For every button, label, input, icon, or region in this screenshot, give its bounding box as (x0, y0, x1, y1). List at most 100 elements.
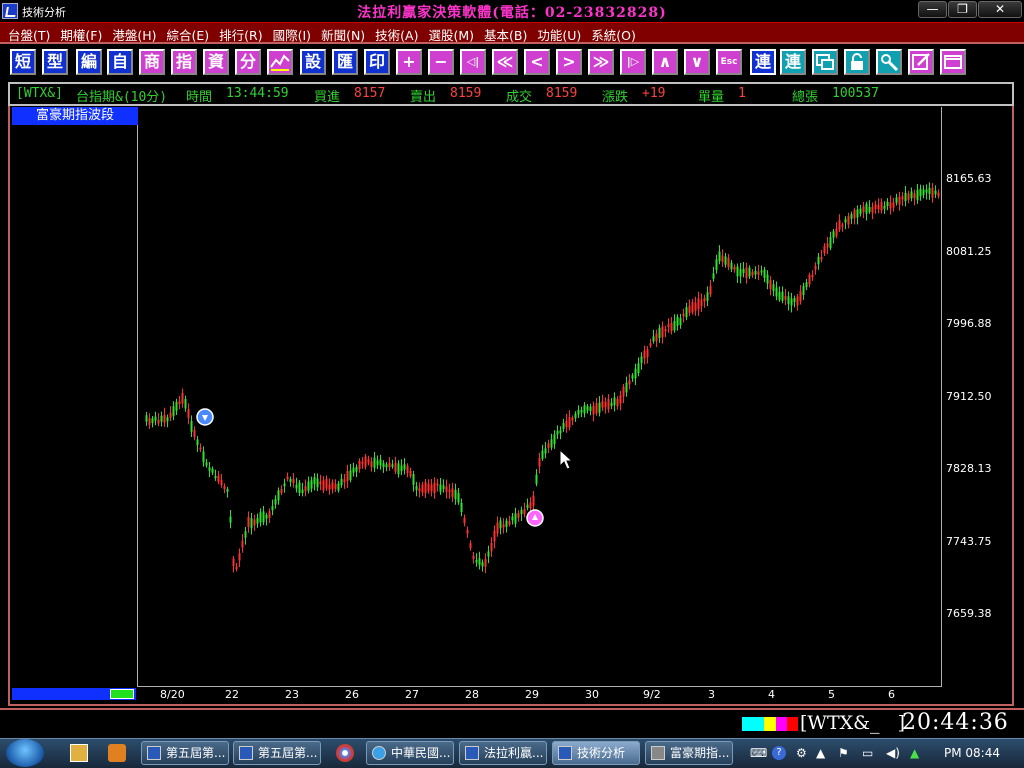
candle-body (310, 480, 313, 489)
explorer-icon[interactable] (70, 744, 88, 762)
network-icon[interactable]: ▭ (862, 746, 873, 760)
settings-button[interactable]: 設 (300, 49, 326, 75)
candle-body (499, 520, 502, 529)
menu-taiwan[interactable]: 台盤(T) (8, 23, 50, 44)
export-button[interactable]: 匯 (332, 49, 358, 75)
candle-body (229, 516, 232, 523)
minimize-button[interactable]: — (918, 1, 947, 18)
candle-body (826, 243, 829, 248)
menu-ranking[interactable]: 排行(R) (219, 23, 262, 44)
menu-system[interactable]: 系統(O) (591, 23, 636, 44)
scroll-down-button[interactable]: ∨ (684, 49, 710, 75)
short-button[interactable]: 短 (10, 49, 36, 75)
menu-technical[interactable]: 技術(A) (375, 23, 418, 44)
symbol-input[interactable]: [WTX&_ ] (800, 712, 905, 734)
taskbar-item-word-2[interactable]: 第五屆第... (233, 741, 321, 765)
candle-body (343, 479, 346, 483)
split-button[interactable]: 分 (235, 49, 261, 75)
pattern-button[interactable]: 型 (42, 49, 68, 75)
candle-body (370, 461, 373, 468)
candle-body (175, 401, 178, 411)
lock-icon[interactable] (844, 49, 870, 75)
candle-body (760, 270, 763, 273)
commodity-button[interactable]: 商 (139, 49, 165, 75)
connect-button-2[interactable]: 連 (780, 49, 806, 75)
candle-body (751, 271, 754, 276)
taskbar-item-ferrari[interactable]: 法拉利贏... (459, 741, 547, 765)
candle-body (811, 274, 814, 278)
menu-international[interactable]: 國際(I) (273, 23, 311, 44)
connect-button-1[interactable]: 連 (750, 49, 776, 75)
candle-body (307, 481, 310, 491)
start-button[interactable] (6, 739, 44, 767)
flag-icon[interactable]: ⚑ (838, 746, 849, 760)
candle-body (805, 282, 808, 288)
help-icon[interactable]: ? (772, 746, 786, 760)
candle-body (187, 409, 190, 418)
candle-body (325, 478, 328, 489)
price-label-2: 8081.25 (946, 245, 992, 258)
edit-button[interactable]: 編 (76, 49, 102, 75)
price-label-4: 7912.50 (946, 390, 992, 403)
back-button[interactable]: < (524, 49, 550, 75)
taskbar-item-ie[interactable]: 中華民國... (366, 741, 454, 765)
scroll-up-button[interactable]: ∧ (652, 49, 678, 75)
menu-news[interactable]: 新聞(N) (321, 23, 365, 44)
taskbar-item-technical[interactable]: 技術分析 (552, 741, 640, 765)
buy-marker (526, 509, 544, 527)
forward-button[interactable]: > (556, 49, 582, 75)
candle-body (655, 333, 658, 342)
escape-button[interactable]: Esc (716, 49, 742, 75)
chart-icon[interactable] (267, 49, 293, 75)
data-button[interactable]: 資 (203, 49, 229, 75)
quote-total: 100537 (832, 86, 879, 101)
candle-body (631, 375, 634, 379)
menu-function[interactable]: 功能(U) (537, 23, 581, 44)
close-button[interactable]: ✕ (978, 1, 1022, 18)
show-hidden-icon[interactable]: ▲ (816, 746, 825, 760)
chart-panel-title[interactable]: 富豪期指波段 (12, 107, 138, 125)
menu-fundamental[interactable]: 基本(B) (484, 23, 527, 44)
fast-forward-button[interactable]: ≫ (588, 49, 614, 75)
print-button[interactable]: 印 (364, 49, 390, 75)
window-icon[interactable] (940, 49, 966, 75)
keyboard-icon[interactable]: ⌨ (750, 746, 767, 760)
candle-body (823, 246, 826, 254)
candle-body (361, 461, 364, 465)
candlestick-chart[interactable] (138, 107, 941, 686)
custom-button[interactable]: 自 (107, 49, 133, 75)
candle-body (904, 192, 907, 202)
chrome-icon[interactable] (336, 744, 354, 762)
zoom-out-button[interactable]: − (428, 49, 454, 75)
candle-body (934, 190, 937, 195)
menu-stock-pick[interactable]: 選股(M) (428, 23, 474, 44)
scroll-thumb[interactable] (110, 689, 134, 699)
media-player-icon[interactable] (108, 744, 126, 762)
date-label: 4 (768, 688, 775, 701)
taskbar-item-word-1[interactable]: 第五屆第... (141, 741, 229, 765)
candle-body (502, 524, 505, 528)
first-page-button[interactable]: ◁| (460, 49, 486, 75)
candle-body (268, 511, 271, 518)
candle-body (835, 228, 838, 237)
price-axis-divider (941, 107, 942, 687)
taskbar-item-fuhao[interactable]: 富豪期指... (645, 741, 733, 765)
window-switch-icon[interactable] (812, 49, 838, 75)
drive-icon[interactable]: ▲ (910, 746, 919, 760)
candle-body (508, 521, 511, 525)
fast-back-button[interactable]: ≪ (492, 49, 518, 75)
menu-hk[interactable]: 港盤(H) (112, 23, 156, 44)
last-page-button[interactable]: |▷ (620, 49, 646, 75)
indicator-button[interactable]: 指 (171, 49, 197, 75)
candle-body (733, 266, 736, 270)
menu-futures-options[interactable]: 期權(F) (60, 23, 102, 44)
volume-icon[interactable]: ◀) (886, 746, 900, 760)
tools-icon[interactable] (876, 49, 902, 75)
candle-body (598, 402, 601, 413)
candle-body (541, 450, 544, 459)
menu-composite[interactable]: 綜合(E) (167, 23, 210, 44)
maximize-button[interactable]: ❐ (948, 1, 977, 18)
edit-pencil-icon[interactable] (908, 49, 934, 75)
settings-tray-icon[interactable]: ⚙ (796, 746, 807, 760)
zoom-in-button[interactable]: + (396, 49, 422, 75)
